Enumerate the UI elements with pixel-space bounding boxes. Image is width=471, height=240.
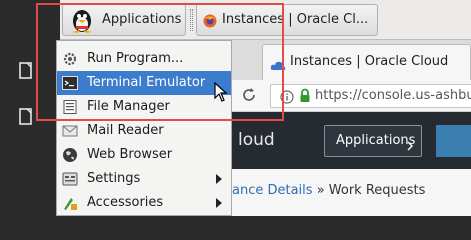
- accessories-icon: [62, 195, 78, 211]
- menu-item-label: Settings: [87, 171, 141, 186]
- menu-item-label: Web Browser: [87, 147, 173, 162]
- breadcrumb-link-instance-details[interactable]: ance Details: [232, 183, 313, 198]
- desktop-file-icon[interactable]: [18, 108, 34, 126]
- submenu-arrow-icon: [216, 174, 222, 184]
- mail-icon: [62, 123, 78, 139]
- settings-icon: [62, 171, 78, 187]
- mouse-cursor-icon: [214, 81, 228, 106]
- chevron-right-icon: [406, 136, 414, 155]
- url-text: https://console.us-ashburn: [315, 88, 471, 103]
- menu-item-label: Accessories: [87, 195, 164, 210]
- breadcrumb-current: Work Requests: [328, 183, 426, 198]
- globe-icon: [62, 147, 78, 163]
- oci-search-button[interactable]: [436, 125, 471, 157]
- breadcrumb: ance Details » Work Requests: [232, 183, 425, 198]
- breadcrumb-separator: »: [312, 183, 329, 198]
- oci-applications-label: Applications: [336, 133, 416, 148]
- lock-icon: [299, 88, 311, 107]
- menu-item-settings[interactable]: [57, 167, 231, 191]
- brand-text: loud: [238, 130, 275, 150]
- highlight-annotation: [36, 3, 284, 121]
- tab-title: Instances | Oracle Cloud: [290, 54, 449, 69]
- menu-item-label: Mail Reader: [87, 123, 164, 138]
- desktop-file-icon[interactable]: [18, 62, 34, 80]
- submenu-arrow-icon: [216, 198, 222, 208]
